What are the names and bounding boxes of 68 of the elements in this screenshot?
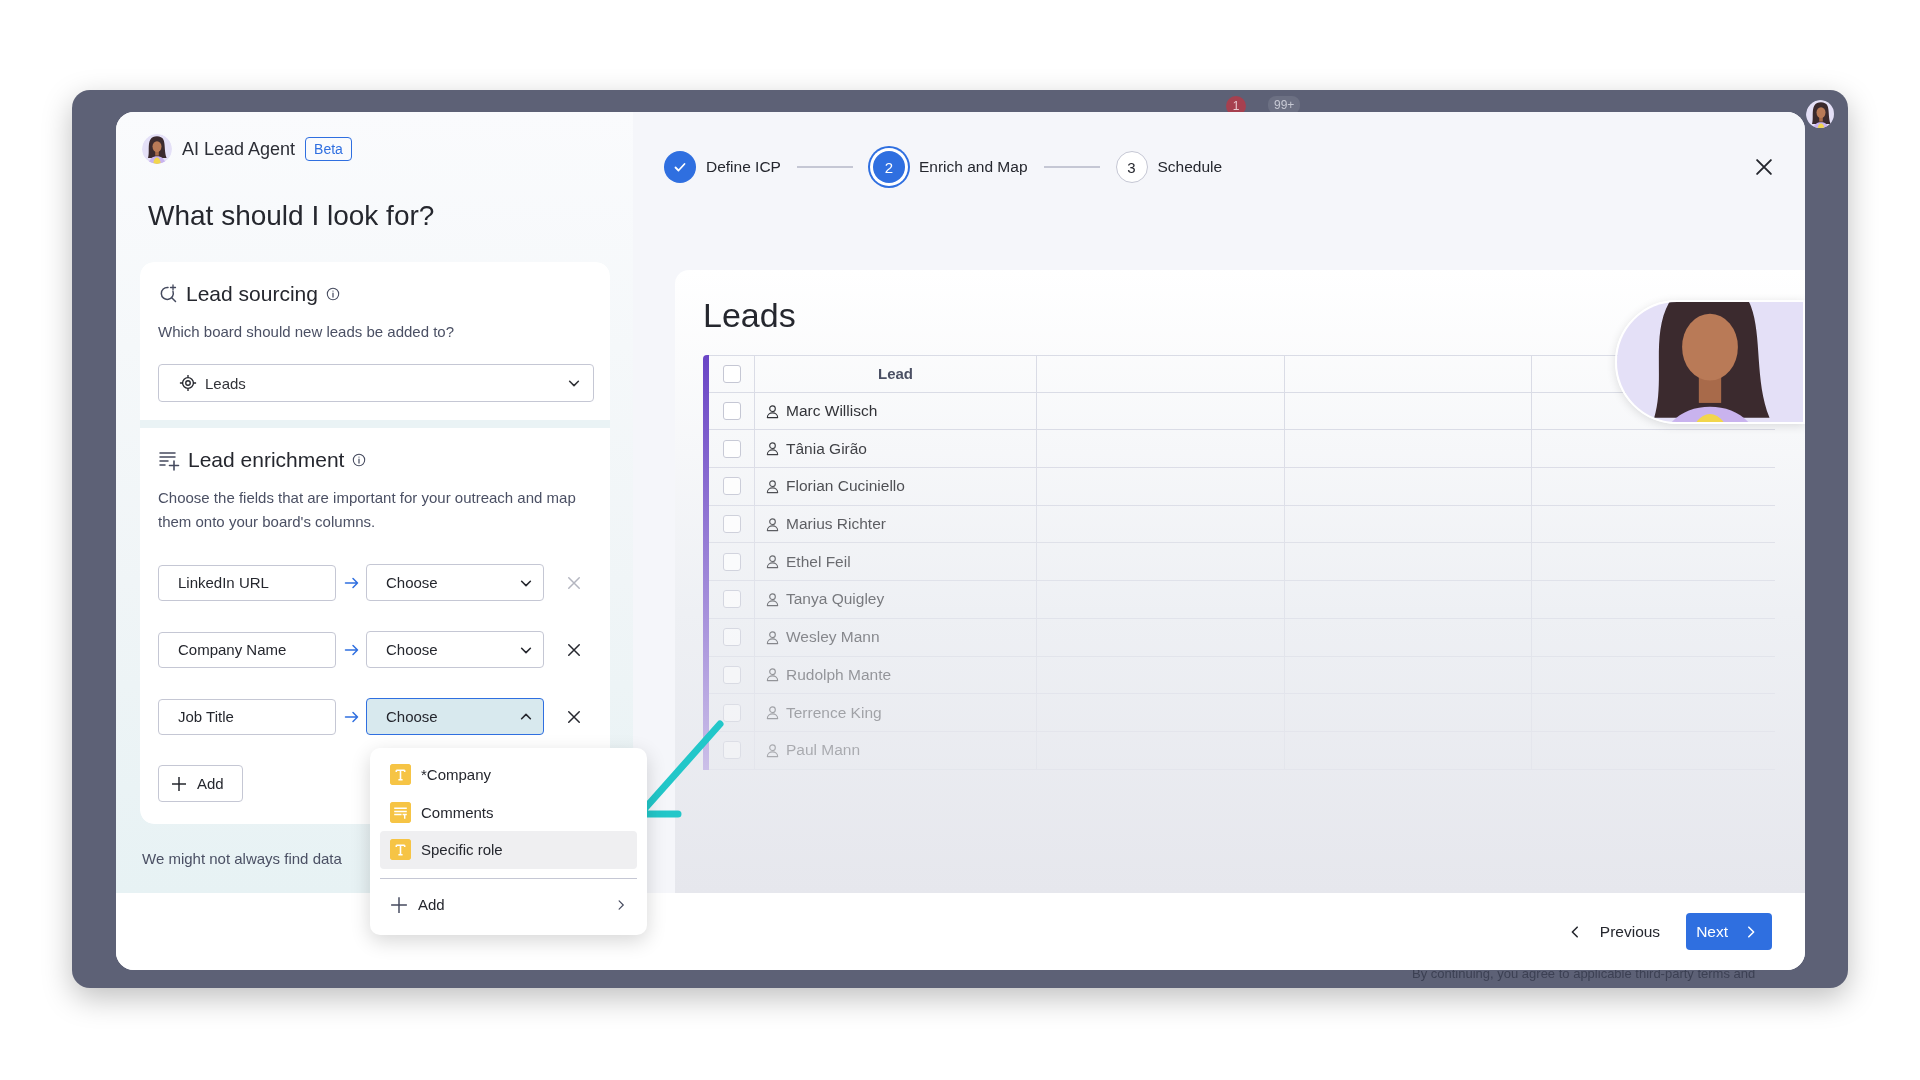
- info-icon: [325, 287, 340, 301]
- text-column-icon: [390, 764, 411, 786]
- section-description: Which board should new leads be added to?: [158, 322, 456, 342]
- lead-name: Rudolph Mante: [786, 665, 892, 684]
- text-column-icon: [390, 839, 411, 861]
- checkbox[interactable]: [722, 364, 741, 383]
- person-icon: [765, 478, 780, 494]
- lead-name: Marius Richter: [786, 515, 886, 534]
- target-icon: [179, 374, 197, 392]
- board-select[interactable]: Leads: [158, 364, 594, 402]
- person-icon: [765, 403, 780, 419]
- checkbox[interactable]: [722, 402, 741, 421]
- person-icon: [765, 516, 780, 532]
- source-field: LinkedIn URL: [158, 564, 336, 601]
- lead-name: Florian Cuciniello: [786, 477, 905, 496]
- step-tab[interactable]: 2 Enrich and Map: [864, 147, 1032, 187]
- checkbox[interactable]: [722, 515, 741, 534]
- section-title: Lead enrichment: [188, 448, 345, 472]
- checkbox[interactable]: [722, 439, 741, 458]
- lead-name: Wesley Mann: [786, 628, 880, 647]
- step-number: 3: [1115, 151, 1148, 183]
- note-text: We might not always find data: [142, 850, 342, 867]
- person-icon: [765, 629, 780, 645]
- lead-name: Tanya Quigley: [786, 590, 885, 609]
- source-field: Job Title: [158, 698, 336, 735]
- agent-name: AI Lead Agent: [182, 138, 296, 160]
- column-select[interactable]: Choose: [366, 564, 544, 601]
- info-icon: [352, 453, 367, 467]
- plus-icon: [390, 895, 408, 914]
- source-field: Company Name: [158, 631, 336, 668]
- lead-name: Terrence King: [786, 703, 882, 722]
- lead-name: Marc Willisch: [786, 402, 878, 421]
- column-header: Lead: [755, 356, 1037, 392]
- column-select[interactable]: Choose: [366, 631, 544, 668]
- column-select[interactable]: Choose: [366, 698, 544, 735]
- sparkle-list-icon: [158, 449, 180, 471]
- person-icon: [765, 441, 780, 457]
- menu-item[interactable]: Specific role: [380, 831, 637, 869]
- checkbox[interactable]: [722, 477, 741, 496]
- add-button[interactable]: Add: [158, 765, 243, 802]
- person-icon: [765, 591, 780, 607]
- beta-badge: Beta: [305, 137, 352, 161]
- checkbox[interactable]: [722, 628, 741, 647]
- close-icon[interactable]: [1753, 156, 1775, 178]
- long-text-column-icon: [390, 801, 411, 823]
- page-heading: What should I look for?: [148, 200, 436, 232]
- person-icon: [765, 705, 780, 721]
- previous-button[interactable]: Previous: [1559, 913, 1669, 950]
- lead-name: Paul Mann: [786, 741, 861, 760]
- checkbox[interactable]: [722, 665, 741, 684]
- menu-item[interactable]: Comments: [380, 793, 637, 831]
- plus-icon: [171, 775, 187, 792]
- checkbox[interactable]: [722, 590, 741, 609]
- checkbox[interactable]: [722, 552, 741, 571]
- person-icon: [765, 667, 780, 683]
- board-title: Leads: [703, 296, 797, 335]
- step-tab[interactable]: Define ICP: [660, 147, 785, 187]
- lead-name: Ethel Feil: [786, 552, 851, 571]
- menu-add-item[interactable]: Add: [380, 884, 637, 925]
- step-tab[interactable]: 3 Schedule: [1111, 147, 1227, 187]
- section-description: Choose the fields that are important for your outreach and map them onto your board's columns.: [158, 488, 577, 532]
- menu-item[interactable]: *Company: [380, 756, 637, 794]
- person-icon: [765, 742, 780, 758]
- next-button[interactable]: Next: [1686, 913, 1772, 950]
- section-title: Lead sourcing: [186, 282, 318, 306]
- lead-name: Tânia Girão: [786, 439, 867, 458]
- person-icon: [765, 554, 780, 570]
- sparkle-search-icon: [158, 284, 178, 304]
